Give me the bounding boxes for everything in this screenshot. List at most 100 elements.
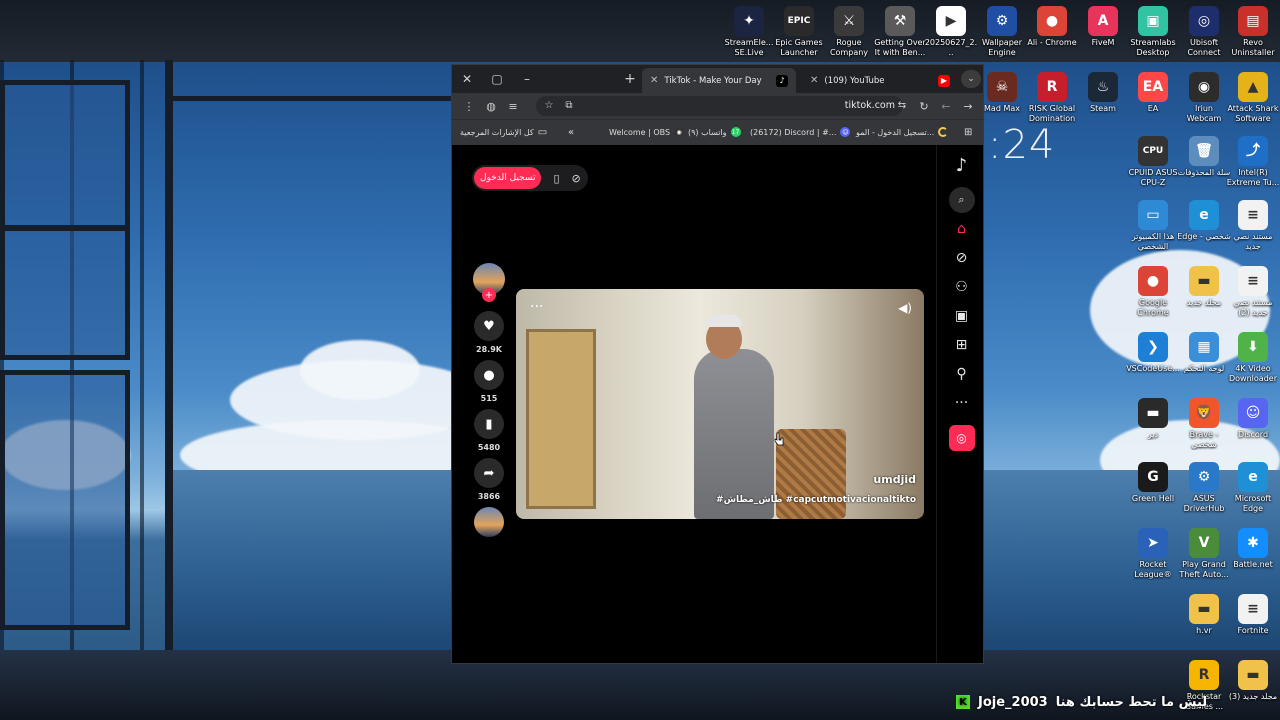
back-arrow-icon[interactable]: →	[957, 100, 979, 113]
desktop-shortcut[interactable]: ▬ مجلد جديد (3)	[1226, 660, 1280, 702]
install-app-icon[interactable]: ⧉	[558, 100, 580, 111]
tab-youtube[interactable]: ✕ (109) YouTube ▶	[802, 68, 958, 93]
tiktok-right-nav: ♪ ⌕ ⌂ ⊘ ⚇ ▣ ⊞ ⚲ ··· ◎	[936, 145, 983, 663]
live-tv-icon[interactable]: ▣	[937, 301, 983, 330]
nav-search[interactable]: ⌕	[937, 185, 983, 214]
comment-icon[interactable]: ●	[474, 360, 504, 390]
new-tab-icon[interactable]: +	[615, 65, 645, 93]
desktop-shortcut[interactable]: ● Google Chrome	[1126, 266, 1180, 318]
minimize-window-icon[interactable]: –	[512, 65, 542, 93]
desktop-shortcut[interactable]: ▬ دير	[1126, 398, 1180, 440]
music-disc-icon[interactable]	[474, 507, 504, 537]
more-options-icon[interactable]: ···	[530, 299, 543, 315]
video-player[interactable]: ··· ◀) umdjid #طاش_مطاش #capcutmotivacio…	[516, 289, 924, 519]
close-tab-icon[interactable]: ✕	[650, 75, 658, 86]
desktop-shortcut[interactable]: ⚙ ASUS DriverHub	[1177, 462, 1231, 514]
settings-badge-icon[interactable]: ◎	[948, 424, 975, 451]
profile-icon[interactable]: ⚲	[937, 359, 983, 388]
explore-compass-icon[interactable]: ⊘	[937, 243, 983, 272]
tab-search-chevron-icon[interactable]: ⌄	[961, 70, 981, 88]
desktop-shortcut[interactable]: 🦁 Brave - شخصي	[1177, 398, 1231, 450]
desktop-shortcut[interactable]: ▭ هذا الكمبيوتر الشخصي	[1126, 200, 1180, 252]
video-caption[interactable]: #طاش_مطاش #capcutmotivacionaltikto	[716, 495, 916, 505]
tab-tiktok[interactable]: ✕ TikTok - Make Your Day ♪	[642, 68, 796, 93]
desktop-shortcut[interactable]: ☺ Discord	[1226, 398, 1280, 440]
desktop-shortcut[interactable]: ➤ Rocket League®	[1126, 528, 1180, 580]
desktop-shortcut[interactable]: 🗑 سلة المحذوفات	[1177, 136, 1231, 178]
home-icon[interactable]: ⌂	[937, 214, 983, 243]
site-settings-icon[interactable]: ⇆	[891, 100, 913, 111]
desktop-shortcut[interactable]: EPIC Epic Games Launcher	[772, 6, 826, 58]
desktop-shortcut[interactable]: ❯ VSCodeUse...	[1126, 332, 1180, 374]
desktop-shortcut[interactable]: ⤴ Intel(R) Extreme Tu...	[1226, 136, 1280, 188]
comment-action[interactable]: ● 515	[472, 360, 506, 403]
close-window-icon[interactable]: ✕	[452, 65, 482, 93]
desktop-shortcut[interactable]: ✱ Battle.net	[1226, 528, 1280, 570]
desktop-shortcut[interactable]: ⚔ Rogue Company	[822, 6, 876, 58]
follow-plus-icon[interactable]: +	[482, 288, 496, 302]
desktop-shortcut[interactable]: ⚒ Getting Over It with Ben...	[873, 6, 927, 58]
desktop-shortcut[interactable]: V Play Grand Theft Auto...	[1177, 528, 1231, 580]
desktop-shortcut[interactable]: EA EA	[1126, 72, 1180, 114]
address-bar[interactable]: ☆ ⧉ tiktok.com	[536, 96, 903, 116]
bookmark-login[interactable]: تسجيل الدخول - المو...	[856, 127, 949, 137]
close-tab-icon[interactable]: ✕	[810, 75, 818, 86]
heart-icon[interactable]: ♥	[474, 311, 504, 341]
all-bookmarks-folder[interactable]: كل الإشارات المرجعية ▭	[460, 127, 547, 138]
desktop-shortcut[interactable]: ▶ 20250627_2...	[924, 6, 978, 58]
desktop-shortcut[interactable]: ◉ Iriun Webcam	[1177, 72, 1231, 124]
desktop-shortcut[interactable]: ♨ Steam	[1076, 72, 1130, 114]
share-action[interactable]: ➦ 3866	[472, 458, 506, 501]
desktop-shortcut[interactable]: CPU CPUID ASUS CPU-Z	[1126, 136, 1180, 188]
desktop-shortcut[interactable]: ● Ali - Chrome	[1025, 6, 1079, 48]
following-icon[interactable]: ⚇	[937, 272, 983, 301]
desktop-shortcut[interactable]: e Edge - شخصي	[1177, 200, 1231, 242]
more-icon[interactable]: ···	[937, 388, 983, 417]
desktop-shortcut[interactable]: ▦ لوحة التحكم	[1177, 332, 1231, 374]
desktop-shortcut[interactable]: ▬ مجلد جديد	[1177, 266, 1231, 308]
bookmark-obs[interactable]: Welcome | OBS ◉	[609, 127, 685, 137]
search-icon[interactable]: ⌕	[948, 186, 975, 213]
desktop-shortcut[interactable]: ▤ Revo Uninstaller	[1226, 6, 1280, 58]
desktop-shortcut[interactable]: e Microsoft Edge	[1226, 462, 1280, 514]
maximize-window-icon[interactable]: ▢	[482, 65, 512, 93]
desktop-shortcut[interactable]: ▬ h.vr	[1177, 594, 1231, 636]
forward-arrow-icon[interactable]: ←	[935, 100, 957, 113]
tab-search-icon[interactable]: ≡	[502, 100, 524, 113]
desktop-shortcut[interactable]: ▲ Attack Shark Software	[1226, 72, 1280, 124]
desktop-shortcut[interactable]: R RISK Global Domination	[1025, 72, 1079, 124]
music-disc[interactable]	[472, 507, 506, 537]
creator-avatar[interactable]: +	[472, 263, 506, 302]
avatar[interactable]: +	[473, 263, 505, 302]
mobile-app-icon[interactable]: ▯	[553, 172, 559, 185]
upload-plus-icon[interactable]: ⊞	[937, 330, 983, 359]
desktop-shortcut[interactable]: ◎ Ubisoft Connect	[1177, 6, 1231, 58]
desktop-shortcut[interactable]: ⚙ Wallpaper Engine	[975, 6, 1029, 58]
bookmark-whatsapp[interactable]: (٩) واتساب 17	[688, 127, 741, 137]
desktop-shortcut[interactable]: ≡ Fortnite	[1226, 594, 1280, 636]
login-button[interactable]: تسجيل الدخول	[474, 167, 542, 189]
desktop-shortcut[interactable]: ≡ مستند نصي جديد	[1226, 200, 1280, 252]
desktop-shortcut[interactable]: ✦ StreamEle... SE.Live	[722, 6, 776, 58]
menu-kebab-icon[interactable]: ⋮	[458, 100, 480, 113]
desktop-shortcut[interactable]: ⬇ 4K Video Downloader+	[1226, 332, 1280, 384]
bookmark-icon[interactable]: ▮	[474, 409, 504, 439]
reload-icon[interactable]: ↻	[913, 100, 935, 113]
compass-icon[interactable]: ⊘	[572, 172, 581, 185]
video-username[interactable]: umdjid	[873, 473, 916, 486]
apps-grid-icon[interactable]: ⊞	[964, 127, 972, 138]
bookmark-discord[interactable]: (26172) Discord | #... ☺	[750, 127, 851, 137]
save-action[interactable]: ▮ 5480	[472, 409, 506, 452]
tiktok-logo-icon[interactable]: ♪	[937, 145, 983, 185]
share-arrow-icon[interactable]: ➦	[474, 458, 504, 488]
like-action[interactable]: ♥ 28.9K	[472, 311, 506, 354]
profile-icon[interactable]: ◍	[480, 100, 502, 113]
desktop-shortcut[interactable]: A FiveM	[1076, 6, 1130, 48]
desktop-shortcut[interactable]: ≡ مستند نصي جديد (2)	[1226, 266, 1280, 318]
desktop-shortcut[interactable]: ▣ Streamlabs Desktop	[1126, 6, 1180, 58]
volume-icon[interactable]: ◀)	[898, 301, 912, 315]
nav-red-button[interactable]: ◎	[937, 423, 983, 452]
bookmarks-overflow-chevron-icon[interactable]: «	[568, 127, 574, 138]
bookmark-star-icon[interactable]: ☆	[538, 100, 560, 111]
desktop-shortcut[interactable]: G Green Hell	[1126, 462, 1180, 504]
